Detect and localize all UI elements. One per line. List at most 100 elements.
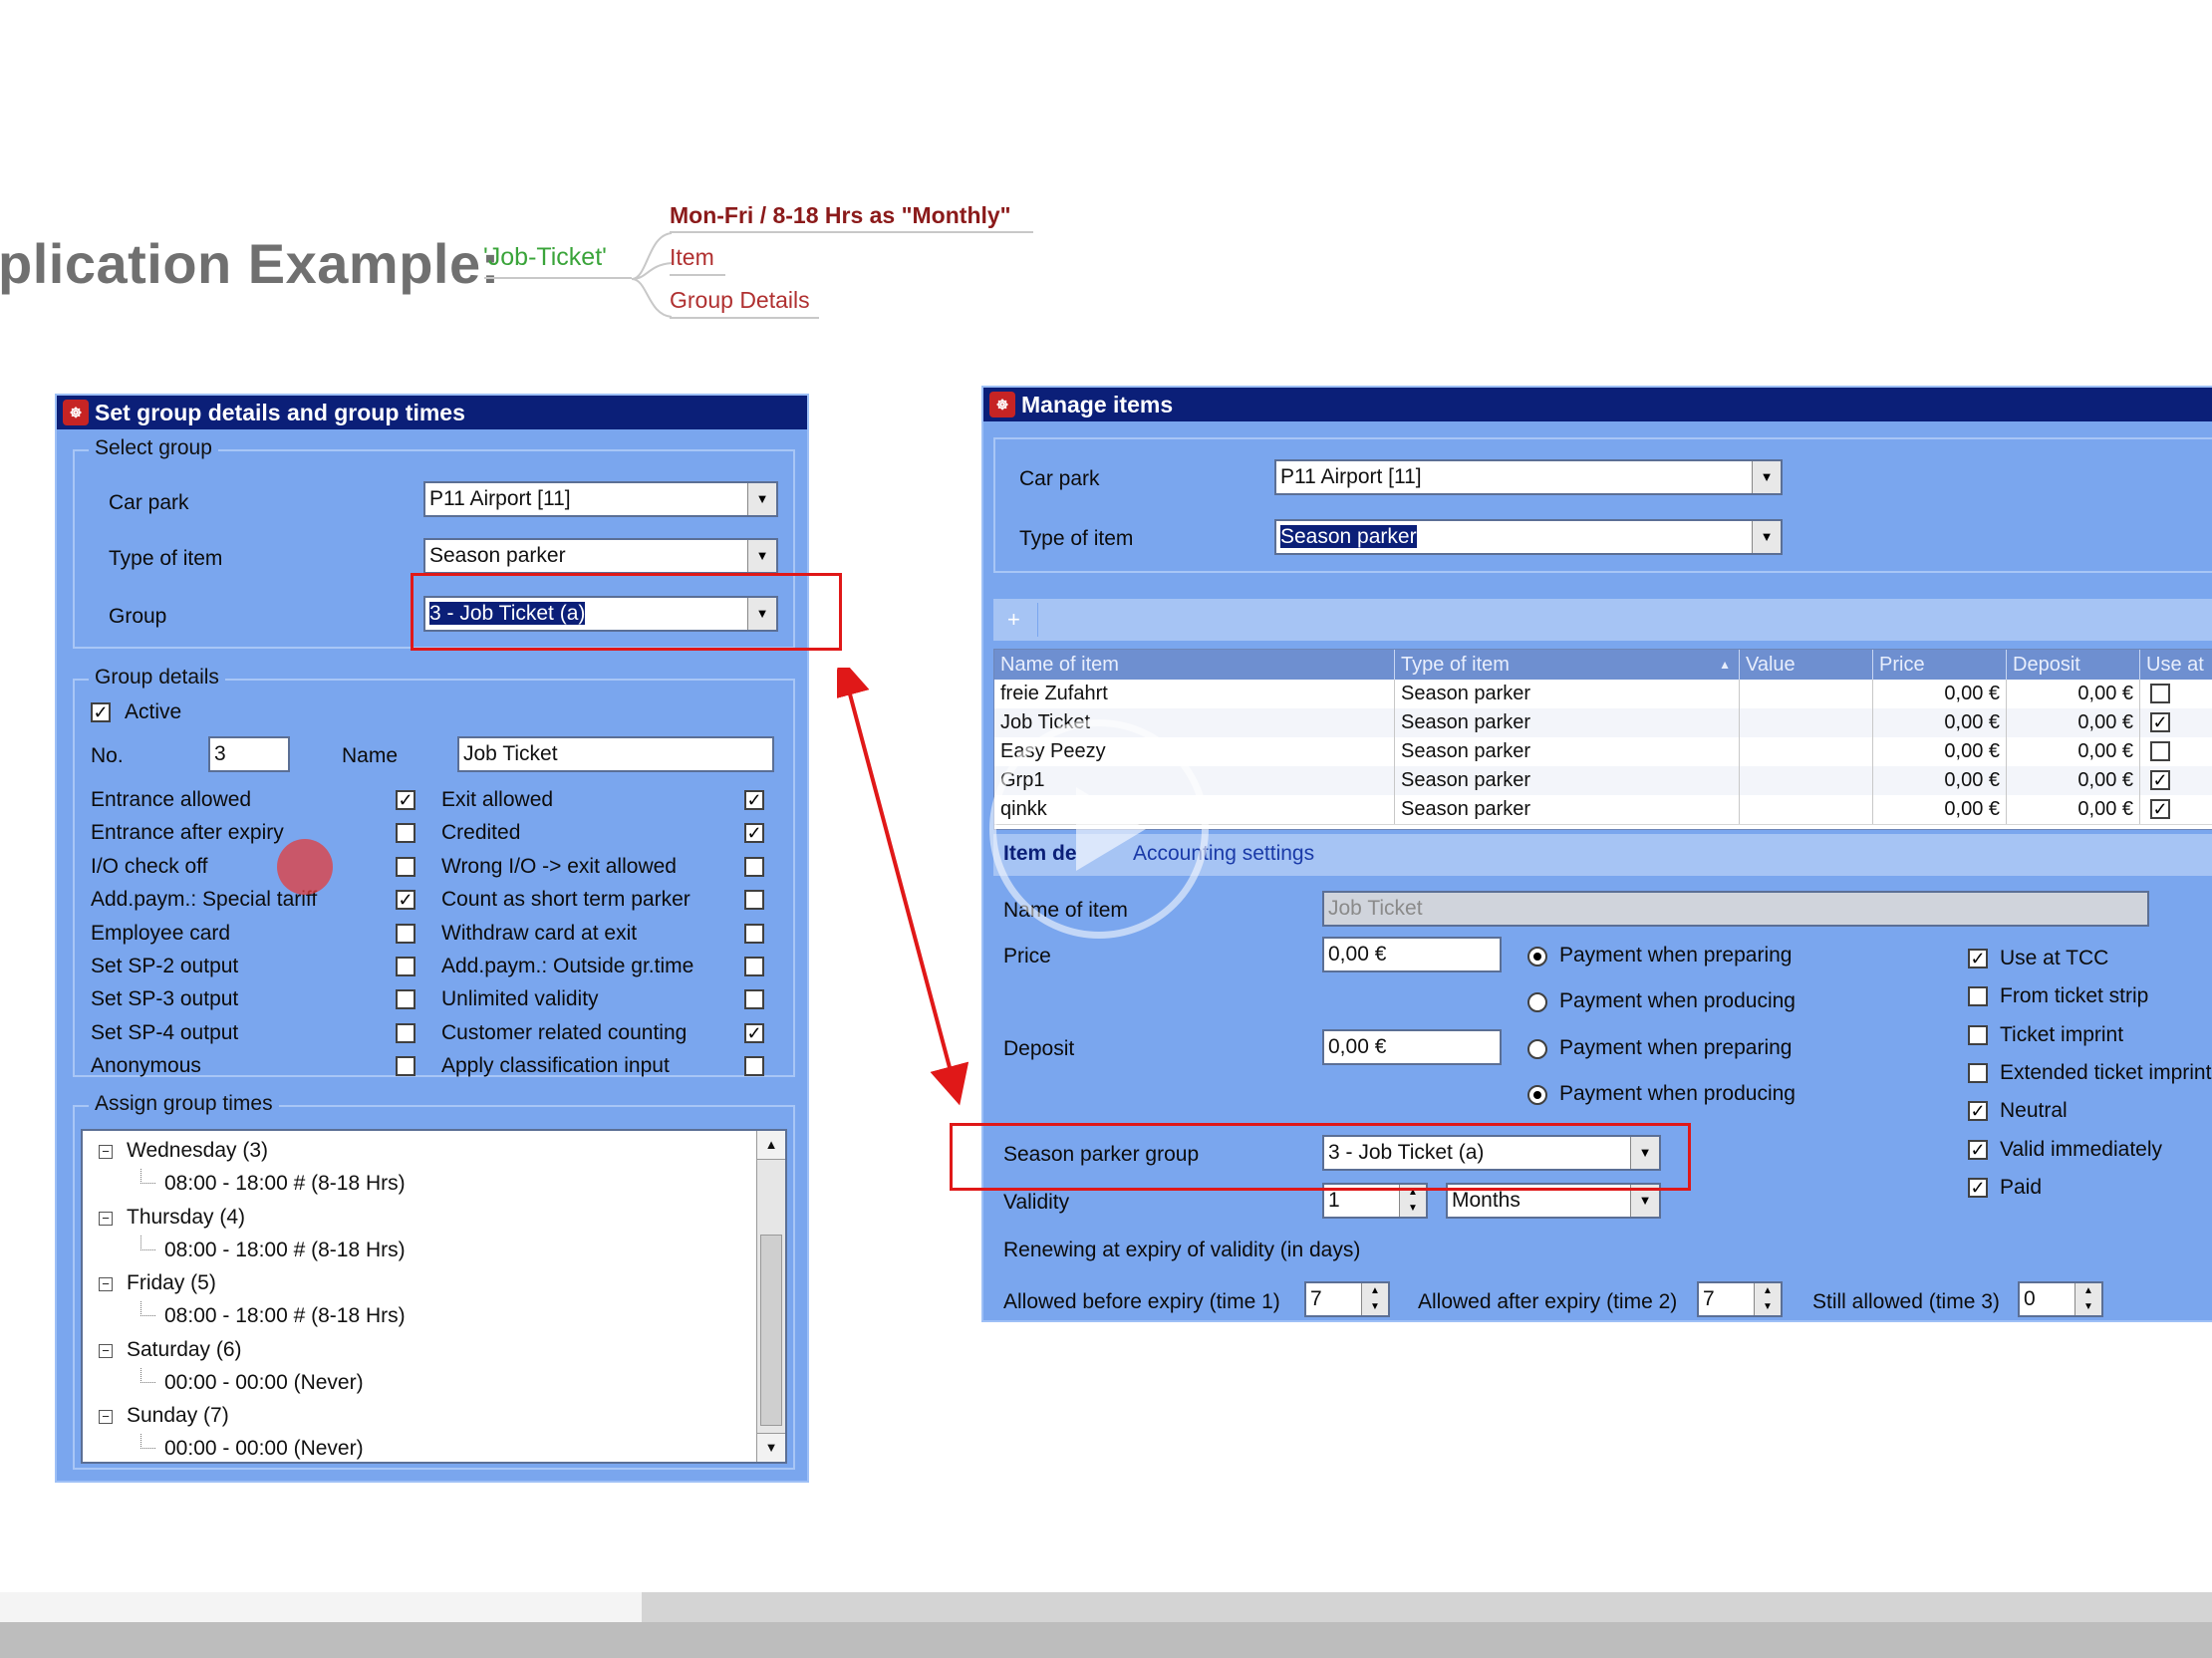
flag-checkbox[interactable] [1968,1062,1988,1083]
group-option-checkbox[interactable] [396,856,415,877]
group-option-checkbox[interactable]: ✓ [744,1022,764,1043]
col-use-at[interactable]: Use at [2140,650,2212,680]
use-at-checkbox[interactable]: ✓ [2150,770,2170,790]
group-option-checkbox[interactable]: ✓ [744,823,764,844]
collapse-icon[interactable]: − [99,1211,113,1226]
price-field[interactable]: 0,00 € [1322,937,1502,972]
spinner-icon[interactable]: ▲ ▼ [2074,1283,2101,1315]
chevron-down-icon[interactable]: ▼ [747,540,776,572]
col-type-label: Type of item [1401,654,1510,676]
flag-checkbox[interactable] [1968,986,1988,1007]
col-type-of-item[interactable]: Type of item ▲ [1395,650,1740,680]
collapse-icon[interactable]: − [99,1145,113,1159]
app-icon: ☸ [989,392,1015,417]
col-deposit[interactable]: Deposit [2007,650,2140,680]
group-option-checkbox[interactable] [744,890,764,911]
use-at-checkbox[interactable]: ✓ [2150,712,2170,732]
chevron-down-icon[interactable]: ▼ [1752,521,1781,553]
group-option-checkbox[interactable] [396,957,415,976]
season-group-highlight-box [950,1123,1691,1191]
collapse-icon[interactable]: − [99,1410,113,1424]
group-option-label: Set SP-4 output [91,1020,239,1044]
group-option-checkbox[interactable] [744,1056,764,1077]
spinner-icon[interactable]: ▲ ▼ [1361,1283,1388,1315]
group-option-checkbox[interactable] [396,989,415,1010]
use-at-checkbox[interactable]: ✓ [2150,799,2170,819]
payment-radio[interactable] [1527,1085,1547,1105]
car-park-combo[interactable]: P11 Airport [11] ▼ [1274,459,1783,495]
group-option-label: Set SP-3 output [91,987,239,1011]
col-price[interactable]: Price [1873,650,2007,680]
flag-checkbox[interactable] [1968,1024,1988,1045]
cell-deposit: 0,00 € [2007,680,2140,708]
tree-day-node[interactable]: Friday (5) [127,1271,216,1295]
type-of-item-combo[interactable]: Season parker ▼ [423,538,778,574]
group-option-checkbox[interactable] [396,1056,415,1077]
payment-radio[interactable] [1527,992,1547,1012]
payment-radio[interactable] [1527,947,1547,967]
group-option-checkbox[interactable]: ✓ [396,790,415,810]
collapse-icon[interactable]: − [99,1277,113,1291]
tree-time-node[interactable]: 00:00 - 00:00 (Never) [164,1437,364,1461]
use-at-checkbox[interactable] [2150,684,2170,703]
table-row[interactable]: freie Zufahrt Season parker 0,00 €0,00 € [994,680,2212,709]
scroll-down-icon[interactable]: ▼ [757,1433,785,1462]
group-option-checkbox[interactable] [396,1022,415,1043]
group-option-checkbox[interactable] [744,957,764,976]
grid-header: Name of item Type of item ▲ Value Price D… [994,650,2212,680]
cell-type: Season parker [1395,737,1740,766]
tree-time-node[interactable]: 08:00 - 18:00 # (8-18 Hrs) [164,1172,406,1196]
tree-time-node[interactable]: 00:00 - 00:00 (Never) [164,1371,364,1395]
still-allowed-field[interactable]: 0 ▲ ▼ [2018,1281,2103,1317]
collapse-icon[interactable]: − [99,1343,113,1358]
mindmap-branch-underline [670,274,725,276]
group-option-checkbox[interactable] [396,823,415,844]
col-name-of-item[interactable]: Name of item [994,650,1395,680]
use-at-checkbox[interactable] [2150,741,2170,761]
group-option-checkbox[interactable]: ✓ [396,890,415,911]
spinner-icon[interactable]: ▲ ▼ [1754,1283,1781,1315]
group-option-checkbox[interactable]: ✓ [744,790,764,810]
cell-name: freie Zufahrt [994,680,1395,708]
chevron-down-icon[interactable]: ▼ [1752,461,1781,493]
allowed-after-field[interactable]: 7 ▲ ▼ [1697,1281,1783,1317]
table-row[interactable]: Job Ticket Season parker 0,00 €0,00 € ✓ [994,708,2212,738]
tree-time-node[interactable]: 08:00 - 18:00 # (8-18 Hrs) [164,1239,406,1262]
group-option-label: Entrance after expiry [91,821,284,845]
type-of-item-combo[interactable]: Season parker ▼ [1274,519,1783,555]
flag-checkbox[interactable]: ✓ [1968,949,1988,968]
group-times-tree[interactable]: − Wednesday (3) 08:00 - 18:00 # (8-18 Hrs)… [81,1129,787,1464]
scrollbar-thumb[interactable] [760,1235,782,1426]
chevron-down-icon[interactable]: ▼ [747,483,776,515]
tree-day-node[interactable]: Wednesday (3) [127,1139,268,1163]
car-park-combo[interactable]: P11 Airport [11] ▼ [423,481,778,517]
tree-day-node[interactable]: Thursday (4) [127,1206,245,1230]
group-option-checkbox[interactable] [744,856,764,877]
active-checkbox[interactable]: ✓ [91,702,111,722]
group-option-label: I/O check off [91,854,208,878]
mindmap-branch-schedule: Mon-Fri / 8-18 Hrs as "Monthly" [670,202,1011,228]
tree-day-node[interactable]: Sunday (7) [127,1404,229,1428]
tree-day-node[interactable]: Saturday (6) [127,1338,242,1362]
deposit-field[interactable]: 0,00 € [1322,1029,1502,1065]
col-value[interactable]: Value [1740,650,1873,680]
group-option-label: Employee card [91,921,231,945]
flag-checkbox[interactable]: ✓ [1968,1101,1988,1122]
group-option-checkbox[interactable] [396,923,415,944]
play-icon[interactable] [1076,787,1146,871]
tree-time-node[interactable]: 08:00 - 18:00 # (8-18 Hrs) [164,1304,406,1328]
flag-checkbox[interactable]: ✓ [1968,1139,1988,1160]
allowed-before-field[interactable]: 7 ▲ ▼ [1304,1281,1390,1317]
group-option-checkbox[interactable] [744,989,764,1010]
payment-radio[interactable] [1527,1039,1547,1059]
scroll-up-icon[interactable]: ▲ [757,1131,785,1160]
set-group-details-window: ☸ Set group details and group times Sele… [55,394,809,1483]
group-option-checkbox[interactable] [744,923,764,944]
add-item-button[interactable]: + [1007,607,1020,633]
tree-scrollbar[interactable]: ▲ ▼ [756,1131,785,1462]
name-field[interactable]: Job Ticket [457,736,774,772]
app-icon: ☸ [63,400,89,425]
flag-checkbox[interactable]: ✓ [1968,1177,1988,1198]
price-label: Price [1003,945,1051,967]
no-field[interactable]: 3 [208,736,290,772]
